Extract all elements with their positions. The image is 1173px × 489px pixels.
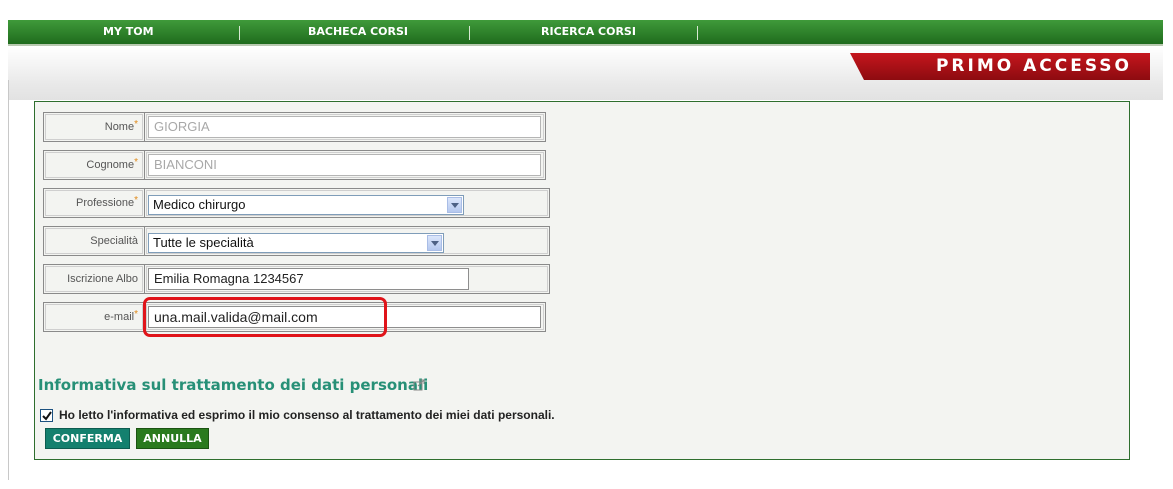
professione-selected: Medico chirurgo bbox=[153, 197, 246, 212]
nav-separator bbox=[239, 26, 240, 40]
consent-text: Ho letto l'informativa ed esprimo il mio… bbox=[59, 408, 555, 422]
divider bbox=[8, 80, 9, 480]
nav-my-tom[interactable]: MY TOM bbox=[103, 20, 154, 44]
external-link-icon[interactable] bbox=[413, 379, 425, 391]
specialita-select[interactable]: Tutte le specialità bbox=[148, 233, 444, 253]
albo-label: Iscrizione Albo bbox=[43, 264, 145, 294]
nav-separator bbox=[469, 26, 470, 40]
privacy-title-link[interactable]: Informativa sul trattamento dei dati per… bbox=[38, 376, 428, 394]
cognome-input[interactable]: BIANCONI bbox=[148, 154, 541, 176]
specialita-label: Specialità bbox=[43, 226, 145, 256]
email-highlight bbox=[143, 297, 387, 337]
page-banner: PRIMO ACCESSO bbox=[850, 53, 1150, 80]
checkmark-icon bbox=[42, 411, 52, 421]
nav-ricerca-corsi[interactable]: RICERCA CORSI bbox=[541, 20, 636, 44]
confirm-button[interactable]: CONFERMA bbox=[45, 428, 130, 449]
nome-input[interactable]: GIORGIA bbox=[148, 116, 541, 138]
chevron-down-icon[interactable] bbox=[427, 235, 442, 251]
cancel-button[interactable]: ANNULLA bbox=[136, 428, 209, 449]
albo-input[interactable]: Emilia Romagna 1234567 bbox=[148, 268, 469, 290]
top-navigation: MY TOM BACHECA CORSI RICERCA CORSI bbox=[8, 20, 1163, 46]
nav-separator bbox=[697, 26, 698, 40]
email-label: e-mail* bbox=[43, 302, 145, 332]
specialita-selected: Tutte le specialità bbox=[153, 235, 254, 250]
chevron-down-icon[interactable] bbox=[447, 197, 462, 213]
consent-checkbox[interactable] bbox=[40, 409, 53, 422]
page-title: PRIMO ACCESSO bbox=[935, 56, 1132, 76]
nome-label: Nome* bbox=[43, 112, 145, 142]
professione-label: Professione* bbox=[43, 188, 145, 218]
professione-select[interactable]: Medico chirurgo bbox=[148, 195, 464, 215]
cognome-label: Cognome* bbox=[43, 150, 145, 180]
nav-bacheca-corsi[interactable]: BACHECA CORSI bbox=[308, 20, 408, 44]
